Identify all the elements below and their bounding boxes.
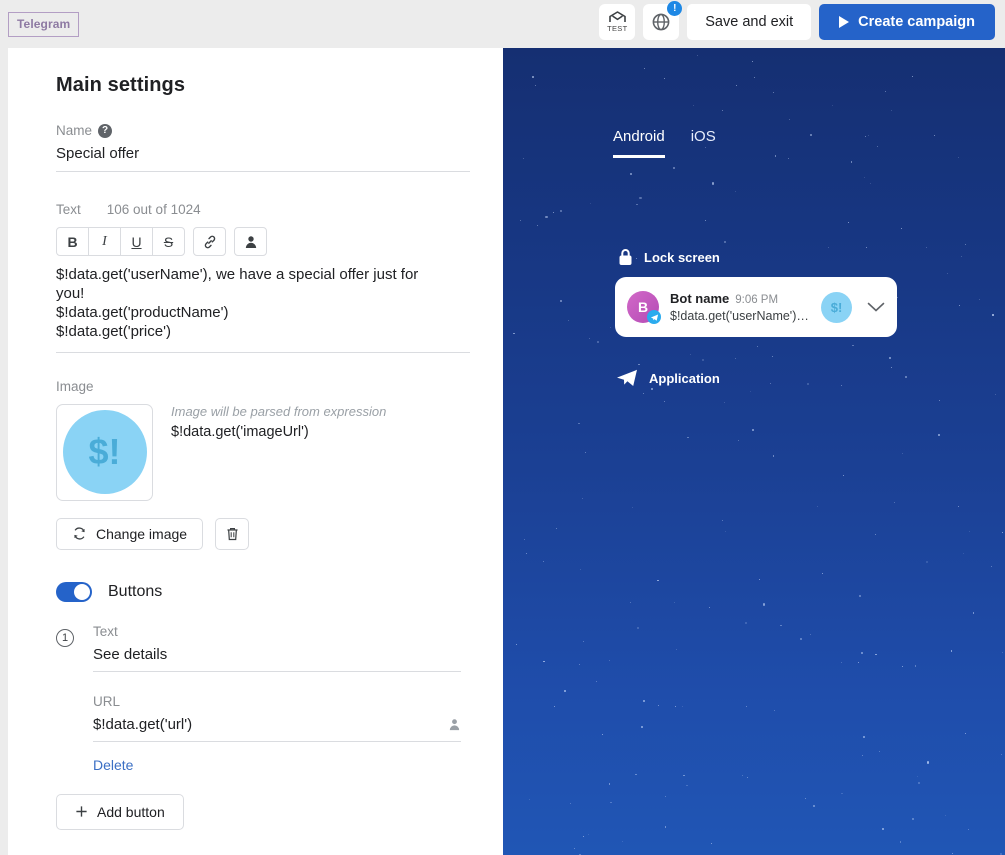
name-underline	[56, 171, 470, 172]
toggle-knob	[74, 583, 90, 600]
buttons-toggle-row: Buttons	[56, 581, 463, 602]
character-counter: 106 out of 1024	[106, 202, 201, 217]
page-title: Main settings	[56, 74, 186, 96]
text-underline	[56, 351, 470, 353]
channel-tag-telegram: Telegram	[8, 11, 80, 37]
personalize-button[interactable]	[234, 227, 267, 256]
application-label: Application	[649, 370, 720, 386]
lock-icon	[618, 248, 633, 266]
text-label: Text	[56, 202, 81, 217]
settings-panel: Main settings Name ? Special offer Text …	[8, 48, 503, 855]
button-text-underline	[93, 670, 461, 672]
change-image-button[interactable]: Change image	[56, 517, 204, 550]
image-thumbnail[interactable]: $!	[56, 403, 153, 501]
notification-thumbnail: $!	[821, 291, 852, 323]
tab-ios[interactable]: iOS	[691, 128, 716, 158]
avatar-letter: B	[637, 299, 649, 315]
name-label: Name ?	[56, 123, 463, 138]
create-campaign-label: Create campaign	[858, 14, 975, 30]
button-url-underline	[93, 740, 461, 742]
button-index-badge: 1	[56, 628, 74, 647]
save-and-exit-button[interactable]: Save and exit	[687, 4, 812, 40]
link-button[interactable]	[193, 227, 226, 256]
lock-screen-section-header: Lock screen	[618, 248, 720, 266]
italic-button[interactable]: I	[88, 227, 121, 256]
delete-image-button[interactable]	[215, 517, 250, 550]
strikethrough-button[interactable]: S	[152, 227, 185, 256]
notification-time: 9:06 PM	[735, 294, 779, 306]
trash-icon	[225, 526, 240, 542]
link-icon	[202, 234, 218, 250]
add-button-label: Add button	[97, 803, 165, 820]
lock-screen-notification[interactable]: B Bot name 9:06 PM $!data.get('userName'…	[615, 277, 897, 337]
name-input[interactable]: Special offer	[56, 145, 463, 171]
plus-icon	[75, 805, 88, 818]
telegram-plane-icon	[616, 369, 638, 387]
toolbar-actions: TEST ! Save and exit Create campaign	[599, 1, 995, 40]
create-campaign-button[interactable]: Create campaign	[819, 4, 995, 40]
buttons-toggle-label: Buttons	[108, 582, 163, 600]
question-mark-icon[interactable]: ?	[98, 123, 113, 138]
starfield-decoration	[503, 48, 1005, 855]
name-field-group: Name ? Special offer	[56, 123, 470, 172]
text-style-group: B I U S	[56, 227, 185, 256]
message-text-input[interactable]: $!data.get('userName'), we have a specia…	[56, 266, 463, 352]
test-button-label: TEST	[607, 24, 628, 34]
home-test-icon	[608, 11, 627, 24]
lock-screen-label: Lock screen	[644, 249, 720, 265]
button-text-input[interactable]: See details	[93, 646, 463, 671]
app-root: Telegram TEST ! Save and exit Create cam…	[0, 0, 1005, 855]
image-expression-block: Image will be parsed from expression $!d…	[171, 404, 386, 440]
language-globe-button[interactable]: !	[643, 1, 683, 40]
chevron-down-icon[interactable]	[867, 302, 885, 313]
notification-text: Bot name 9:06 PM $!data.get('userName'),…	[670, 291, 810, 323]
button-text-label: Text	[93, 623, 118, 639]
tab-android[interactable]: Android	[613, 128, 665, 158]
image-label: Image	[56, 378, 94, 394]
refresh-icon	[72, 526, 87, 541]
person-icon	[244, 235, 258, 249]
image-parse-note: Image will be parsed from expression	[171, 403, 387, 419]
rich-text-toolbar: B I U S	[56, 227, 463, 256]
add-button-button[interactable]: Add button	[56, 793, 184, 830]
button-url-input[interactable]: $!data.get('url')	[93, 716, 192, 741]
globe-alert-badge: !	[667, 1, 683, 16]
buttons-toggle[interactable]	[56, 581, 92, 602]
person-icon[interactable]	[448, 718, 461, 731]
top-toolbar: Telegram TEST ! Save and exit Create cam…	[0, 0, 1005, 48]
globe-icon	[651, 12, 671, 32]
notification-body: $!data.get('userName'), …	[670, 309, 810, 323]
play-icon	[839, 16, 850, 28]
bold-button[interactable]: B	[56, 227, 89, 256]
button-url-label: URL	[93, 693, 121, 709]
preview-panel: Android iOS Lock screen B Bot name 9:06 …	[503, 48, 1005, 855]
image-placeholder-glyph: $!	[62, 410, 147, 495]
image-field-group: Image $! Image will be parsed from expre…	[56, 379, 463, 550]
underline-button[interactable]: U	[120, 227, 153, 256]
test-send-button[interactable]: TEST	[599, 4, 636, 40]
platform-tabs: Android iOS	[613, 128, 716, 158]
text-label-row: Text 106 out of 1024	[56, 202, 463, 217]
button-item: 1 Text See details URL $!data.get('url')	[56, 624, 463, 773]
delete-button-link[interactable]: Delete	[93, 757, 463, 773]
notification-sender: Bot name	[670, 291, 730, 306]
telegram-icon	[647, 310, 661, 324]
image-expression-value[interactable]: $!data.get('imageUrl')	[171, 424, 386, 440]
avatar: B	[627, 291, 661, 324]
change-image-label: Change image	[96, 525, 188, 542]
application-section-header: Application	[616, 369, 720, 387]
